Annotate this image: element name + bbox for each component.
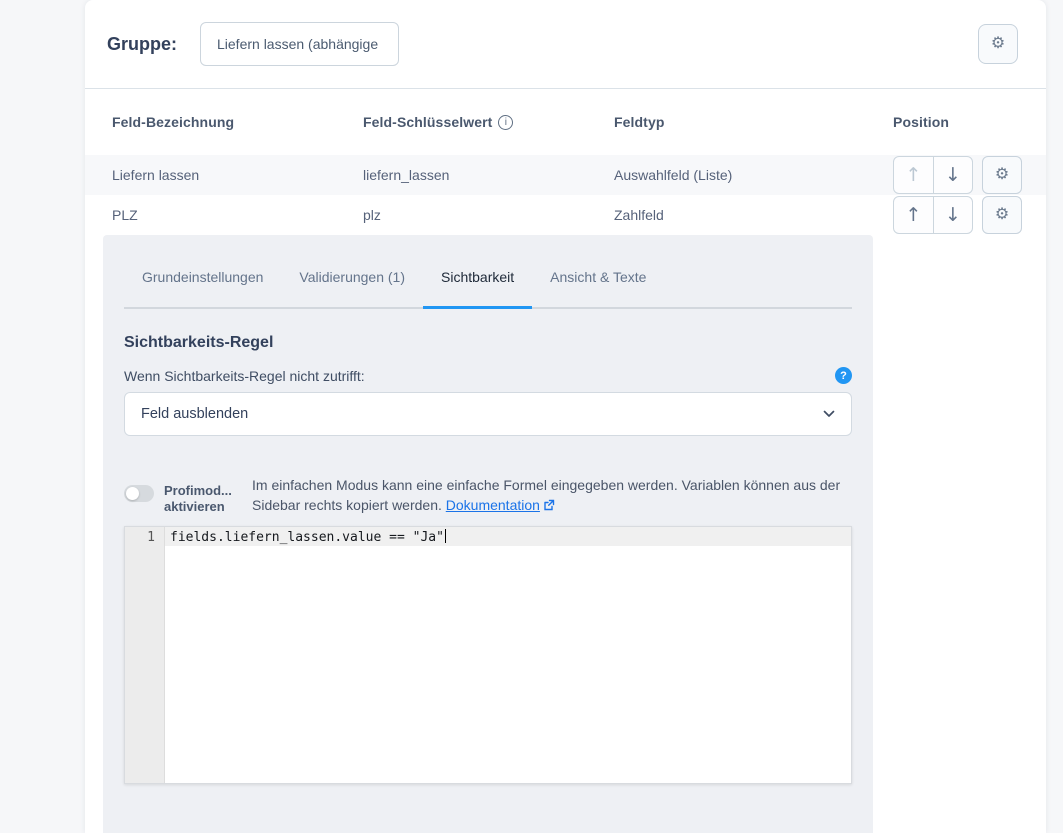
move-down-button[interactable]: ↓ [933,157,972,193]
move-button-group: ↑ ↓ [893,196,973,234]
column-header-feld-schluesselwert: Feld-Schlüsselwert i [363,114,513,130]
move-down-button[interactable]: ↓ [933,197,972,233]
group-select-value: Liefern lassen (abhängige [217,36,378,52]
table-header: Feld-Bezeichnung Feld-Schlüsselwert i Fe… [85,89,1046,155]
table-row-plz[interactable]: PLZ plz Zahlfeld ↑ ↓ ⚙ [85,195,1046,235]
editor-gutter: 1 [125,527,165,783]
arrow-down-icon: ↓ [945,204,961,226]
row-settings-button[interactable]: ⚙ [982,196,1022,234]
simple-mode-description: Im einfachen Modus kann eine einfache Fo… [252,475,852,515]
info-icon[interactable]: i [498,115,513,130]
toggle-label-line1: Profimod... [164,483,228,499]
visibility-action-select[interactable]: Feld ausblenden [124,392,852,436]
cell-field-type: Auswahlfeld (Liste) [614,167,732,183]
toggle-knob [126,487,139,500]
arrow-up-icon: ↑ [906,164,922,186]
row-position-controls: ↑ ↓ ⚙ [893,196,1022,234]
documentation-link[interactable]: Dokumentation [446,497,540,513]
arrow-down-icon: ↓ [945,164,961,186]
help-question-icon[interactable]: ? [835,367,852,384]
tab-ansicht-texte[interactable]: Ansicht & Texte [532,269,664,307]
group-label: Gruppe: [107,34,177,55]
tab-bar: Grundeinstellungen Validierungen (1) Sic… [124,235,852,309]
column-header-position: Position [893,114,949,130]
pro-mode-row: Profimod... aktivieren Im einfachen Modu… [124,475,852,515]
move-up-button[interactable]: ↑ [894,157,933,193]
cell-field-type: Zahlfeld [614,207,664,223]
cell-field-key: plz [363,207,381,223]
pro-mode-toggle-label: Profimod... aktivieren [164,483,228,515]
tab-sichtbarkeit[interactable]: Sichtbarkeit [423,269,532,307]
card-header: Gruppe: Liefern lassen (abhängige ⚙ [85,0,1046,89]
form-group-editor-card: Gruppe: Liefern lassen (abhängige ⚙ Feld… [85,0,1046,833]
column-header-label: Feld-Schlüsselwert [363,114,492,130]
formula-code-editor[interactable]: 1 fields.liefern_lassen.value == "Ja" [124,526,852,784]
condition-row: Wenn Sichtbarkeits-Regel nicht zutrifft:… [124,367,852,384]
external-link-icon [543,499,555,511]
group-settings-button[interactable]: ⚙ [978,24,1018,64]
pro-mode-toggle[interactable] [124,485,154,502]
row-position-controls: ↑ ↓ ⚙ [893,156,1022,194]
table-row-liefern-lassen[interactable]: Liefern lassen liefern_lassen Auswahlfel… [85,155,1046,195]
column-header-feldtyp: Feldtyp [614,114,664,130]
cell-field-key: liefern_lassen [363,167,449,183]
tab-validierungen[interactable]: Validierungen (1) [281,269,423,307]
condition-label: Wenn Sichtbarkeits-Regel nicht zutrifft: [124,368,365,384]
arrow-up-icon: ↑ [906,204,922,226]
editor-code-area[interactable]: fields.liefern_lassen.value == "Ja" [165,527,851,783]
toggle-label-line2: aktivieren [164,499,228,515]
chevron-down-icon [823,410,835,418]
line-number: 1 [125,527,164,546]
text-cursor [445,529,446,543]
move-button-group: ↑ ↓ [893,156,973,194]
field-settings-panel: Grundeinstellungen Validierungen (1) Sic… [103,235,873,833]
cell-field-label: Liefern lassen [112,167,199,183]
section-title: Sichtbarkeits-Regel [124,334,852,352]
gear-icon: ⚙ [991,36,1005,52]
group-select[interactable]: Liefern lassen (abhängige [200,22,399,66]
gear-icon: ⚙ [995,167,1009,183]
select-value: Feld ausblenden [141,406,248,422]
tab-grundeinstellungen[interactable]: Grundeinstellungen [124,269,281,307]
code-text: fields.liefern_lassen.value == "Ja" [170,530,444,545]
row-settings-button[interactable]: ⚙ [982,156,1022,194]
code-line: fields.liefern_lassen.value == "Ja" [165,527,851,546]
move-up-button[interactable]: ↑ [894,197,933,233]
column-header-feld-bezeichnung: Feld-Bezeichnung [112,114,234,130]
cell-field-label: PLZ [112,207,138,223]
gear-icon: ⚙ [995,207,1009,223]
